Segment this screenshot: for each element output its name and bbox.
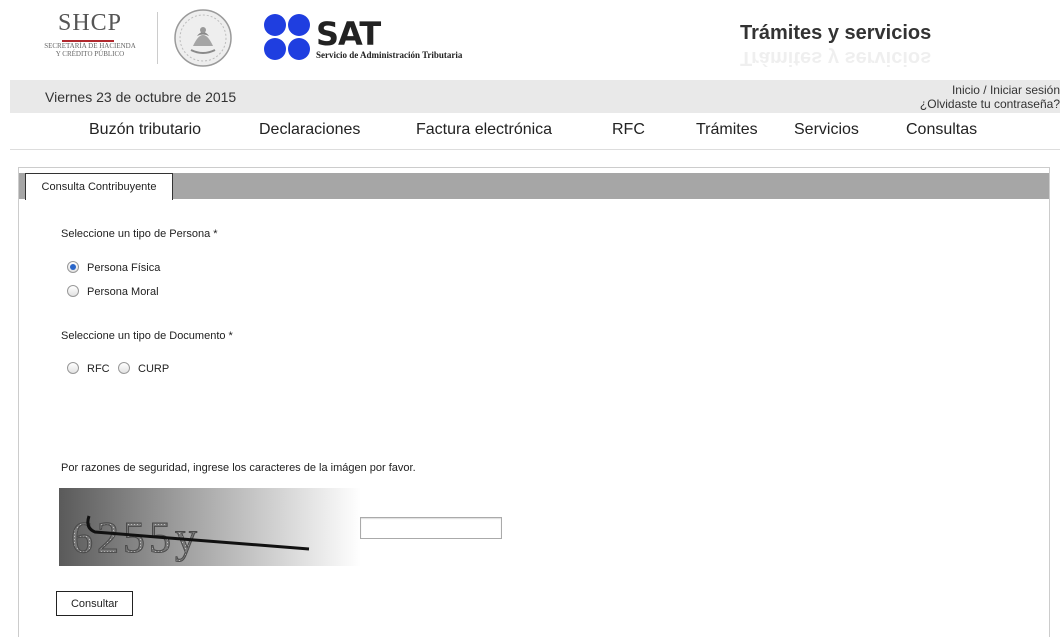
main-nav: Buzón tributario Declaraciones Factura e… [10, 113, 1060, 150]
consultar-button[interactable]: Consultar [56, 591, 133, 616]
page-title: Trámites y servicios [740, 22, 932, 44]
captcha-image: 6255y [59, 488, 361, 566]
nav-item-servicios[interactable]: Servicios [794, 121, 859, 139]
curp-radio[interactable] [118, 362, 130, 374]
session-links: Inicio / Iniciar sesión ¿Olvidaste tu co… [920, 83, 1060, 111]
page-title-reflection: Trámites y servicios [740, 47, 932, 69]
persona-type-label: Seleccione un tipo de Persona * [61, 228, 218, 240]
captcha-instructions: Por razones de seguridad, ingrese los ca… [61, 462, 416, 474]
forgot-password-link[interactable]: ¿Olvidaste tu contraseña? [920, 97, 1060, 111]
nav-item-factura-electronica[interactable]: Factura electrónica [416, 121, 552, 139]
sat-logo-dots-icon [264, 14, 312, 60]
rfc-radio[interactable] [67, 362, 79, 374]
rfc-radio-label[interactable]: RFC [87, 363, 110, 375]
shcp-logo-line2: Y CRÉDITO PÚBLICO [55, 50, 125, 58]
shcp-logo-rule [62, 40, 114, 42]
nav-item-consultas[interactable]: Consultas [906, 121, 977, 139]
persona-moral-radio[interactable] [67, 285, 79, 297]
captcha-input[interactable] [360, 517, 502, 539]
persona-moral-label[interactable]: Persona Moral [87, 286, 159, 298]
link-separator: / [979, 83, 990, 97]
current-date: Viernes 23 de octubre de 2015 [45, 89, 237, 105]
nav-item-buzon-tributario[interactable]: Buzón tributario [89, 121, 201, 139]
shcp-logo-line1: SECRETARÍA DE HACIENDA [44, 42, 136, 50]
persona-fisica-label[interactable]: Persona Física [87, 262, 160, 274]
login-link[interactable]: Iniciar sesión [990, 83, 1060, 97]
sat-logo[interactable]: SAT Servicio de Administración Tributari… [264, 14, 524, 64]
shcp-logo[interactable]: SHCP SECRETARÍA DE HACIENDA Y CRÉDITO PÚ… [30, 10, 150, 68]
documento-type-label: Seleccione un tipo de Documento * [61, 330, 233, 342]
sat-logo-subtitle: Servicio de Administración Tributaria [316, 50, 463, 60]
date-bar: Viernes 23 de octubre de 2015 Inicio / I… [10, 80, 1060, 113]
logo-divider [157, 12, 158, 64]
persona-fisica-radio[interactable] [67, 261, 79, 273]
nav-item-tramites[interactable]: Trámites [696, 121, 758, 139]
tab-consulta-contribuyente[interactable]: Consulta Contribuyente [25, 173, 173, 200]
nav-item-rfc[interactable]: RFC [612, 121, 645, 139]
curp-radio-label[interactable]: CURP [138, 363, 169, 375]
inicio-link[interactable]: Inicio [952, 83, 980, 97]
shcp-logo-subtitle: SECRETARÍA DE HACIENDA Y CRÉDITO PÚBLICO [30, 42, 150, 58]
mexican-coat-of-arms-icon [173, 8, 233, 68]
site-header: SHCP SECRETARÍA DE HACIENDA Y CRÉDITO PÚ… [0, 0, 1060, 80]
tab-strip [19, 173, 1049, 199]
sat-logo-name: SAT [316, 15, 381, 53]
nav-item-declaraciones[interactable]: Declaraciones [259, 121, 360, 139]
shcp-logo-acronym: SHCP [57, 10, 123, 36]
